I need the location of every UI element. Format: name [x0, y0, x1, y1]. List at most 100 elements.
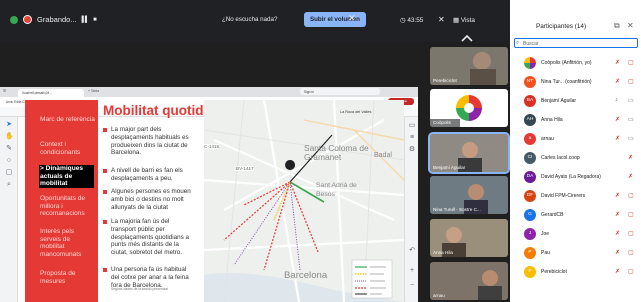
zoom-icon[interactable]: ⌕ — [5, 181, 13, 189]
video-tile[interactable]: Perebiciclot — [430, 47, 508, 85]
participant-name: Nina Tur... (coanfitrión) — [541, 79, 592, 85]
muted-mic-icon[interactable]: ✗ — [615, 59, 620, 66]
muted-mic-icon[interactable]: ✗ — [615, 230, 620, 237]
browser-tab[interactable]: Voorhelt pmsalii (M... — [18, 89, 84, 97]
frame-icon[interactable]: ▢ — [5, 169, 13, 177]
browser-tab-title: Voorhelt pmsalii (M... — [22, 91, 52, 95]
map-label-santa-coloma: Santa Coloma de Gramanet — [304, 143, 369, 162]
video-off-icon[interactable]: ▢ — [628, 268, 634, 275]
grid-icon: ▦ — [453, 17, 461, 24]
participant-avatar: NT — [524, 76, 536, 88]
muted-mic-icon[interactable]: ✗ — [615, 211, 620, 218]
recording-icon — [23, 15, 32, 24]
participant-row[interactable]: a arnau ✗ ▭ — [524, 133, 640, 145]
map-label-barcelona: Barcelona — [284, 270, 328, 281]
slide-bullet: La major part dels desplaçaments habitua… — [103, 126, 195, 157]
shape-icon[interactable]: ○ — [5, 157, 13, 165]
browser-menu-icon[interactable]: ☰ — [3, 89, 6, 93]
map-label-badal: Badal — [374, 152, 392, 159]
view-button[interactable]: ▦ Vista — [453, 16, 475, 24]
participant-avatar: AH — [524, 114, 536, 126]
participant-row[interactable]: BA Benjamí Aguilar ♪ ▭ — [524, 95, 640, 107]
meeting-timer: ◷ 43:55 — [400, 16, 423, 24]
sign-in-box[interactable]: Sign in — [300, 88, 380, 95]
layers-icon[interactable]: ≡ — [408, 134, 416, 142]
video-tile[interactable]: Anna Hila — [430, 219, 508, 257]
pen-icon[interactable]: ✎ — [5, 145, 13, 153]
mic-icon[interactable]: ♪ — [615, 97, 618, 103]
participant-avatar: DA — [524, 171, 536, 183]
new-tab-button[interactable]: + Tabla — [88, 89, 99, 93]
video-off-icon[interactable]: ▢ — [628, 249, 634, 256]
muted-mic-icon[interactable]: ✗ — [628, 173, 633, 180]
muted-mic-icon[interactable]: ✗ — [628, 154, 633, 161]
video-tile[interactable]: Nina Turull - Sostre C... — [430, 176, 508, 214]
video-tile[interactable]: Coòpolis — [430, 89, 508, 127]
participant-name: Anna Hila — [541, 117, 563, 123]
close-panel-icon[interactable]: ✕ — [627, 21, 634, 30]
tile-name: Perebiciclot — [433, 78, 457, 83]
video-off-icon[interactable]: ▢ — [628, 230, 634, 237]
map-label-sant-adria: Sant Adrià de Besòs — [316, 182, 357, 198]
muted-mic-icon[interactable]: ✗ — [615, 268, 620, 275]
raise-volume-button[interactable]: Subir el volumen — [304, 12, 366, 27]
close-icon[interactable]: ✕ — [438, 15, 445, 24]
close-icon[interactable]: ✕ — [348, 13, 356, 24]
search-placeholder: Buscar — [523, 40, 539, 47]
participant-row[interactable]: NT Nina Tur... (coanfitrión) ✗ ▢ — [524, 76, 640, 88]
shield-icon — [10, 15, 18, 24]
zoom-in-icon[interactable]: + — [408, 267, 416, 275]
slide-bullet: La majoria fan ús del transport públic p… — [103, 218, 195, 257]
side-item-interes: Interès pels serveis de mobilitat mancom… — [40, 228, 82, 258]
comment-icon[interactable]: ▭ — [408, 122, 416, 130]
participant-name: David FPM-Cirerers — [541, 193, 586, 199]
pause-recording-icon[interactable]: ▌▌ — [82, 17, 89, 23]
participant-row[interactable]: G GerardCB ✗ ▢ — [524, 209, 640, 221]
video-icon[interactable]: ▭ — [628, 116, 634, 123]
cursor-icon[interactable]: ➤ — [5, 121, 13, 129]
settings-icon[interactable]: ⚙ — [408, 146, 416, 154]
video-icon[interactable]: ▭ — [628, 135, 634, 142]
participant-row[interactable]: CI Carles Iacol.coop ✗ — [524, 152, 640, 164]
participant-search-input[interactable]: Buscar — [514, 38, 638, 48]
zoom-out-icon[interactable]: − — [408, 282, 416, 290]
tile-name: Benjamí Aguilar — [433, 165, 466, 170]
video-off-icon[interactable]: ▢ — [628, 211, 634, 218]
volume-prompt: ¿No escucha nada? — [222, 16, 278, 23]
search-icon: ⌕ — [516, 40, 520, 46]
muted-mic-icon[interactable]: ✗ — [615, 116, 620, 123]
video-off-icon[interactable]: ▢ — [628, 192, 634, 199]
map-label-road1: C-1415 — [204, 144, 220, 149]
hand-icon[interactable]: ✋ — [5, 133, 14, 141]
participant-name: David Ayats (La Regadora) — [541, 174, 601, 180]
undo-icon[interactable]: ↶ — [408, 247, 416, 255]
participant-row[interactable]: P Perebiciclot ✗ ▢ — [524, 266, 640, 278]
participant-row[interactable]: AH Anna Hila ✗ ▭ — [524, 114, 640, 126]
stop-recording-icon[interactable]: ■ — [93, 17, 97, 23]
muted-mic-icon[interactable]: ✗ — [615, 192, 620, 199]
video-off-icon[interactable]: ▢ — [628, 78, 634, 85]
participant-name: GerardCB — [541, 212, 564, 218]
participant-avatar: P — [524, 266, 536, 278]
muted-mic-icon[interactable]: ✗ — [615, 78, 620, 85]
participant-name: arnau — [541, 136, 554, 142]
view-label: Vista — [460, 17, 475, 24]
participant-row[interactable]: DF David FPM-Cirerers ✗ ▢ — [524, 190, 640, 202]
scroll-up-icon[interactable] — [460, 33, 474, 43]
video-tile-active[interactable]: Benjamí Aguilar — [428, 132, 510, 174]
participant-row[interactable]: P Pau ✗ ▢ — [524, 247, 640, 259]
participant-row[interactable]: Coòpolis (Anfitrión, yo) ✗ ▢ — [524, 57, 640, 69]
muted-mic-icon[interactable]: ✗ — [615, 249, 620, 256]
participant-name: Benjamí Aguilar — [541, 98, 577, 104]
popout-icon[interactable]: ⧉ — [614, 21, 620, 31]
video-tile[interactable]: arnau — [430, 262, 508, 300]
participant-avatar: G — [524, 209, 536, 221]
video-off-icon[interactable]: ▢ — [628, 59, 634, 66]
video-icon[interactable]: ▭ — [628, 97, 634, 104]
editor-right-rail: ▭ ≡ ⚙ ↶ + − — [404, 117, 418, 302]
panel-title: Participantes (14) — [536, 23, 587, 30]
muted-mic-icon[interactable]: ✗ — [615, 135, 620, 142]
tile-name: Coòpolis — [433, 120, 451, 125]
participant-row[interactable]: DA David Ayats (La Regadora) ✗ — [524, 171, 640, 183]
participant-row[interactable]: J Joe ✗ ▢ — [524, 228, 640, 240]
